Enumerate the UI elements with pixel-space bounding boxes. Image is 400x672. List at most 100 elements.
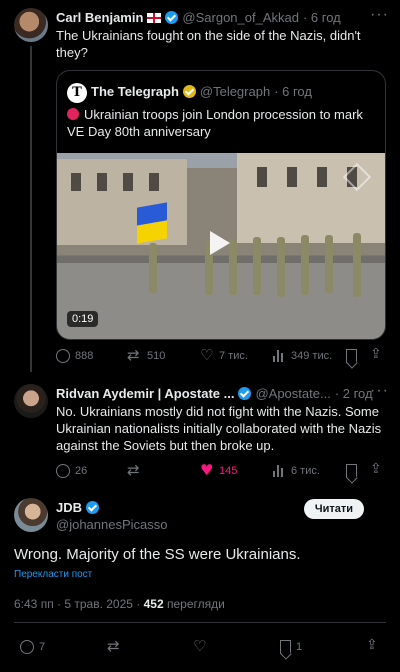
quoted-author-name: The Telegraph — [91, 84, 179, 99]
heart-icon — [193, 637, 207, 655]
more-options-icon[interactable]: ··· — [370, 6, 389, 24]
author-name[interactable]: Carl Benjamin — [56, 10, 143, 25]
road — [57, 263, 385, 339]
thread-line — [30, 46, 32, 372]
soldier — [229, 239, 237, 295]
post-meta: 6:43 пп · 5 трав. 2025 · 452 перегляди — [14, 597, 225, 611]
post-text: Wrong. Majority of the SS were Ukrainian… — [14, 546, 301, 563]
views-button[interactable]: 349 тис. — [272, 349, 332, 363]
quoted-post[interactable]: T The Telegraph @Telegraph · 6 год Ukrai… — [56, 70, 386, 340]
heart-icon — [200, 346, 214, 364]
divider — [14, 622, 386, 623]
post-timestamp[interactable]: 6:43 пп · 5 трав. 2025 · — [14, 597, 140, 611]
verified-badge-icon — [165, 11, 179, 24]
quoted-post-text-content: Ukrainian troops join London procession … — [67, 107, 363, 139]
reply-button[interactable]: 26 — [56, 464, 87, 478]
views-chart-icon — [272, 349, 286, 363]
like-count: 145 — [219, 465, 238, 477]
post-text: The Ukrainians fought on the side of the… — [56, 28, 361, 60]
england-flag-icon — [147, 12, 162, 23]
verified-badge-icon — [86, 501, 100, 514]
reply-count: 888 — [75, 350, 94, 362]
views-label: перегляди — [167, 597, 225, 611]
reply-button[interactable]: 888 — [56, 349, 93, 363]
bookmark-button[interactable] — [346, 464, 357, 478]
soldier — [277, 237, 285, 297]
translate-post-link[interactable]: Перекласти пост — [14, 569, 92, 580]
quoted-post-text: Ukrainian troops join London procession … — [67, 106, 377, 140]
bookmark-button[interactable]: 1 — [280, 640, 302, 654]
share-icon — [370, 346, 384, 363]
repost-count: 510 — [147, 350, 166, 362]
repost-icon — [127, 346, 142, 364]
soldier — [149, 243, 157, 293]
author-handle[interactable]: @Sargon_of_Akkad — [182, 10, 299, 25]
post-time[interactable]: · 6 год — [303, 10, 341, 25]
follow-button[interactable]: Читати — [304, 499, 364, 519]
gold-verified-badge-icon — [182, 85, 196, 98]
share-button[interactable] — [366, 637, 380, 654]
avatar[interactable] — [14, 8, 48, 42]
repost-icon — [127, 461, 142, 479]
more-options-icon[interactable]: ··· — [370, 382, 389, 400]
reply-button[interactable]: 7 — [20, 640, 45, 654]
verified-badge-icon — [238, 387, 252, 400]
like-count: 7 тис. — [219, 350, 248, 362]
bookmark-icon — [346, 464, 357, 478]
reply-icon — [56, 464, 70, 478]
building-window — [317, 167, 327, 187]
like-button[interactable]: 145 — [200, 461, 238, 479]
building-window — [149, 173, 159, 191]
avatar[interactable] — [14, 498, 48, 532]
reply-icon — [20, 640, 34, 654]
building-window — [97, 173, 107, 191]
reply-count: 26 — [75, 465, 88, 477]
like-button[interactable] — [193, 637, 207, 655]
soldier — [301, 235, 309, 295]
author-name[interactable]: JDB — [56, 500, 82, 515]
soldier — [325, 235, 333, 293]
repost-icon — [107, 637, 122, 655]
author-handle[interactable]: @johannesPicasso — [56, 517, 167, 532]
share-icon — [370, 461, 384, 478]
soldier — [353, 233, 361, 297]
repost-button[interactable] — [127, 461, 142, 479]
bookmark-icon — [280, 640, 291, 654]
building-window — [71, 173, 81, 191]
repost-button[interactable] — [107, 637, 122, 655]
views-count: 452 — [143, 597, 164, 611]
avatar[interactable] — [14, 384, 48, 418]
views-count: 349 тис. — [291, 350, 333, 362]
quoted-author-handle: @Telegraph — [199, 84, 271, 99]
building — [57, 159, 187, 245]
telegraph-logo-icon: T — [67, 83, 87, 103]
building-window — [123, 173, 133, 191]
bookmark-count: 1 — [296, 641, 303, 653]
soldier — [253, 237, 261, 295]
quoted-post-time: · 6 год — [274, 84, 312, 99]
post-text: No. Ukrainians mostly did not fight with… — [56, 404, 382, 453]
building-window — [287, 167, 297, 187]
red-circle-icon — [67, 108, 79, 120]
like-button[interactable]: 7 тис. — [200, 346, 248, 364]
ukraine-flag — [137, 202, 167, 244]
heart-filled-icon — [200, 461, 214, 479]
views-button[interactable]: 6 тис. — [272, 464, 320, 478]
post-time[interactable]: · 2 год — [335, 386, 373, 401]
reply-icon — [56, 349, 70, 363]
author-name[interactable]: Ridvan Aydemir | Apostate ... — [56, 386, 234, 401]
share-button[interactable] — [370, 346, 384, 363]
reply-count: 7 — [39, 641, 46, 653]
author-handle[interactable]: @Apostate... — [255, 386, 330, 401]
views-count: 6 тис. — [291, 465, 320, 477]
repost-button[interactable]: 510 — [127, 346, 166, 364]
views-chart-icon — [272, 464, 286, 478]
video-duration: 0:19 — [67, 311, 99, 327]
video-player[interactable]: 0:19 — [57, 153, 385, 339]
building-window — [257, 167, 267, 187]
play-icon[interactable] — [210, 231, 230, 255]
share-button[interactable] — [370, 461, 384, 478]
bookmark-icon — [346, 349, 357, 363]
share-icon — [366, 637, 380, 654]
bookmark-button[interactable] — [346, 349, 357, 363]
